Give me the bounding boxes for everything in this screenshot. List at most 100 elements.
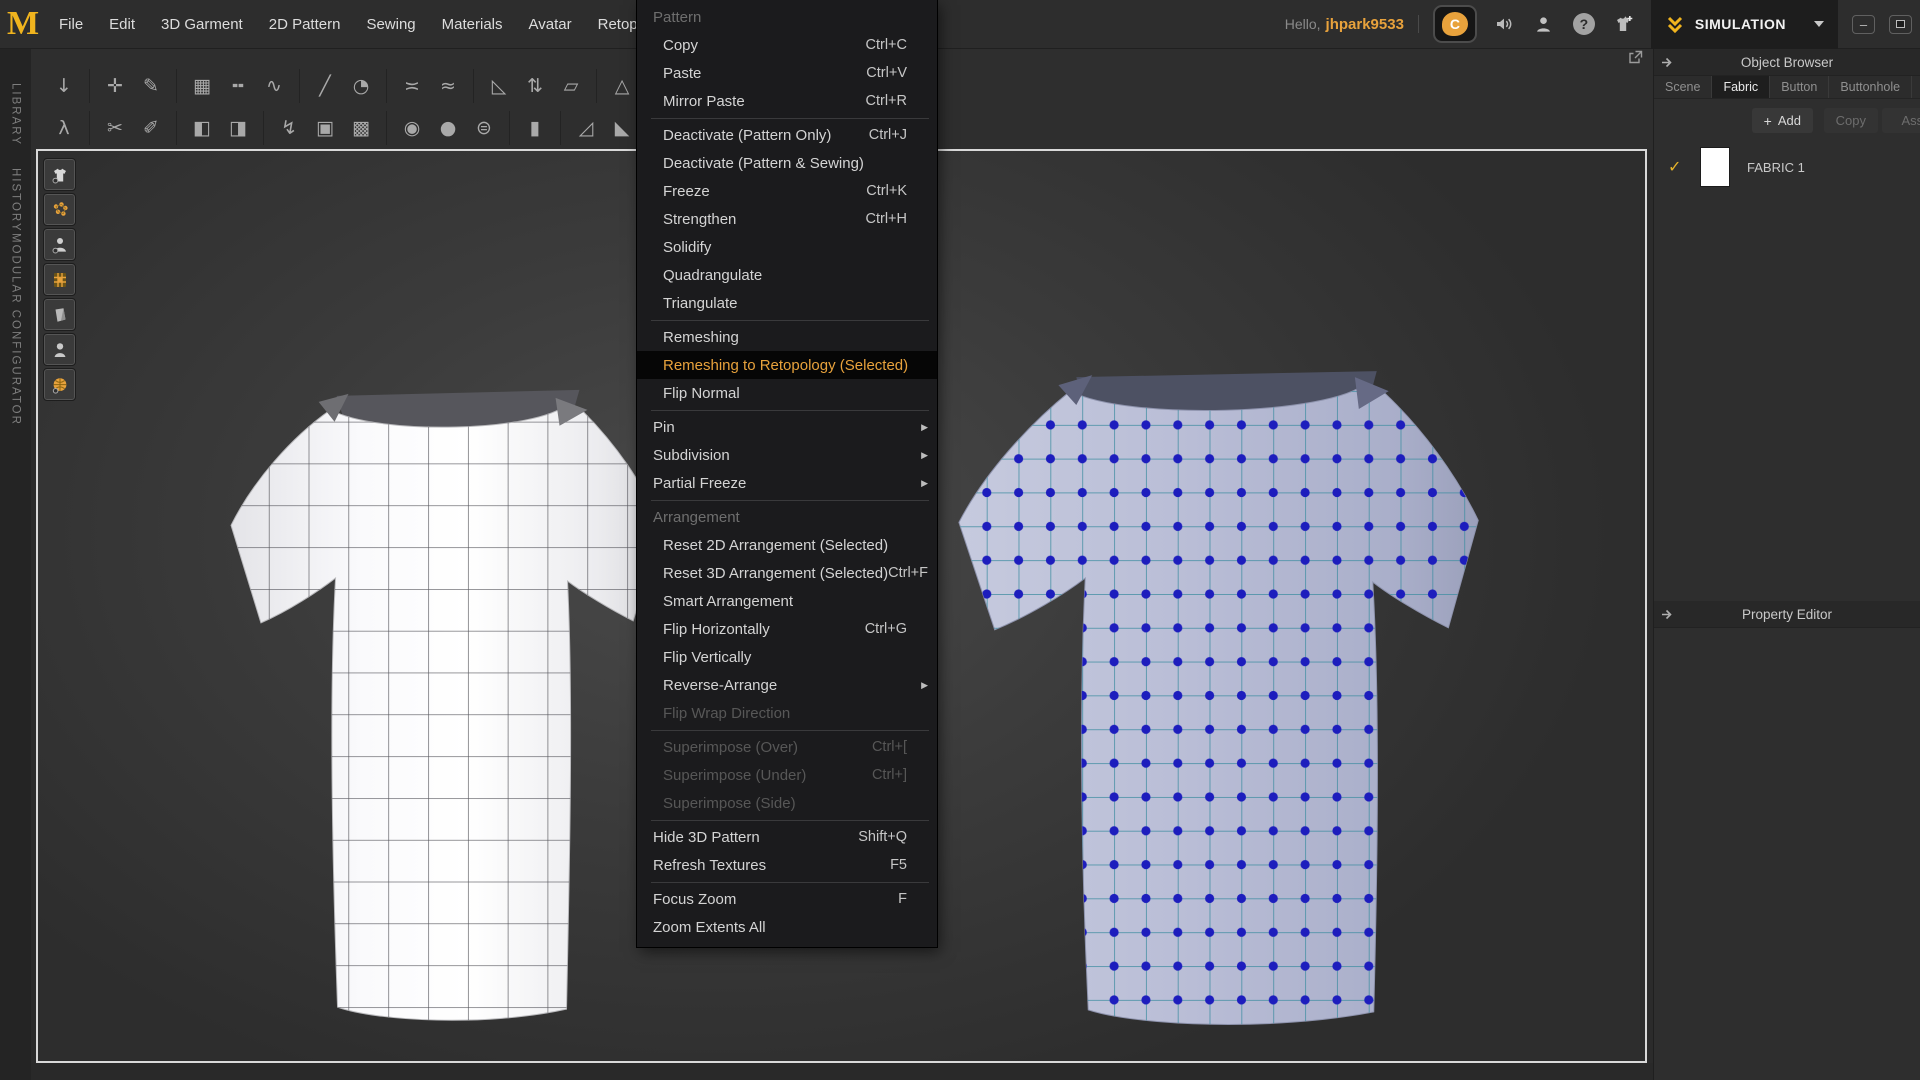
show-pins-toggle[interactable] [44, 194, 75, 225]
button-outline-tool-icon[interactable]: ◉ [394, 111, 430, 145]
menu-item-deactivate-pattern-only[interactable]: Deactivate (Pattern Only) Ctrl+J ▶ [637, 121, 937, 149]
tab-fabric[interactable]: Fabric [1712, 76, 1770, 98]
menu-item-superimpose-over[interactable]: Superimpose (Over) Ctrl+[ ▶ [637, 733, 937, 761]
button-solid-tool-icon[interactable]: ● [430, 111, 466, 145]
tape-cut-tool-icon[interactable]: ✂ [97, 111, 133, 145]
restore-button[interactable] [1889, 15, 1912, 34]
show-avatar-skin-toggle[interactable] [44, 334, 75, 365]
arrange-solid-tool-icon[interactable]: ▱ [553, 69, 589, 103]
fabric-list-item[interactable]: ✓ FABRIC 1 [1654, 142, 1920, 192]
texture-checker-tool-icon[interactable]: ▣ [307, 111, 343, 145]
menu-item-reverse-arrange[interactable]: Reverse-Arrange ▶ [637, 671, 937, 699]
tab-topstitch[interactable]: Topstitch [1912, 76, 1920, 98]
tool-glyph-icon: ◣ [615, 117, 630, 139]
menubar-item[interactable]: Sewing [353, 0, 428, 49]
menu-item-partial-freeze[interactable]: Partial Freeze ▶ [637, 469, 937, 497]
menubar-item[interactable]: 3D Garment [148, 0, 256, 49]
simulation-dropdown[interactable]: SIMULATION [1651, 0, 1838, 49]
popout-panel-button[interactable] [1624, 47, 1646, 67]
menu-item-reset-3d-arrangement[interactable]: Reset 3D Arrangement (Selected) Ctrl+F ▶ [637, 559, 937, 587]
menu-item-copy[interactable]: Copy Ctrl+C ▶ [637, 31, 937, 59]
select-brush-tool-icon[interactable]: ✎ [133, 69, 169, 103]
menu-item-strengthen[interactable]: Strengthen Ctrl+H ▶ [637, 205, 937, 233]
button-lock-tool-icon[interactable]: ⊜ [466, 111, 502, 145]
minimize-button[interactable]: – [1852, 15, 1875, 34]
chevron-down-icon[interactable] [1814, 21, 1824, 27]
add-fabric-button[interactable]: +Add [1752, 108, 1813, 133]
segment-sewing-tool-icon[interactable]: ≍ [394, 69, 430, 103]
pin-tool-icon[interactable]: ╱ [307, 69, 343, 103]
menu-item-flip-vertically[interactable]: Flip Vertically ▶ [637, 643, 937, 671]
tape-pen-tool-icon[interactable]: ✐ [133, 111, 169, 145]
menu-item-remeshing[interactable]: Remeshing ▶ [637, 323, 937, 351]
menubar-item[interactable]: Materials [429, 0, 516, 49]
free-sewing-tool-icon[interactable]: ≈ [430, 69, 466, 103]
flatten-right-tool-icon[interactable]: ◣ [604, 111, 640, 145]
menu-item-quadrangulate[interactable]: Quadrangulate ▶ [637, 261, 937, 289]
menubar-item[interactable]: Edit [96, 0, 148, 49]
tape-select-tool-icon[interactable]: △ [604, 69, 640, 103]
menu-item-flip-normal[interactable]: Flip Normal ▶ [637, 379, 937, 407]
pin-ball-tool-icon[interactable]: ◔ [343, 69, 379, 103]
menu-item-subdivision[interactable]: Subdivision ▶ [637, 441, 937, 469]
menu-item-paste[interactable]: Paste Ctrl+V ▶ [637, 59, 937, 87]
menu-item-smart-arrangement[interactable]: Smart Arrangement ▶ [637, 587, 937, 615]
tab-button[interactable]: Button [1770, 76, 1829, 98]
garment-share-button[interactable] [1611, 11, 1637, 37]
menubar-item[interactable]: File [46, 0, 96, 49]
show-avatar-toggle[interactable] [44, 229, 75, 260]
menu-item-reset-2d-arrangement[interactable]: Reset 2D Arrangement (Selected) ▶ [637, 531, 937, 559]
check-icon[interactable]: ✓ [1668, 157, 1690, 177]
menu-item-refresh-textures[interactable]: Refresh Textures F5 ▶ [637, 851, 937, 879]
tab-buttonhole[interactable]: Buttonhole [1829, 76, 1912, 98]
dock-tab-label[interactable]: MODULAR CONFIGURATOR [10, 233, 22, 426]
clo-set-connect-button[interactable]: C [1433, 5, 1477, 43]
menubar-item[interactable]: 2D Pattern [256, 0, 354, 49]
dock-tab-label[interactable]: HISTORY [10, 168, 22, 233]
help-button[interactable]: ? [1571, 11, 1597, 37]
show-environment-toggle[interactable] [44, 369, 75, 400]
avatar-walk-tool-icon[interactable]: λ [46, 111, 82, 145]
select-move-tool-icon[interactable]: ✛ [97, 69, 133, 103]
menu-item-triangulate[interactable]: Triangulate ▶ [637, 289, 937, 317]
stitch-tool-icon[interactable]: ↯ [271, 111, 307, 145]
menu-item-zoom-extents-all[interactable]: Zoom Extents All ▶ [637, 913, 937, 941]
toolbar-group: ▮ [509, 111, 560, 145]
copy-fabric-button[interactable]: Copy [1824, 108, 1878, 133]
dart-right-tool-icon[interactable]: ◨ [220, 111, 256, 145]
assign-fabric-button[interactable]: Assign [1882, 108, 1920, 133]
arrange-garment-tool-icon[interactable]: ⇅ [517, 69, 553, 103]
fabric-swatch[interactable] [1700, 147, 1730, 187]
show-3d-garment-toggle[interactable] [44, 159, 75, 190]
flatten-left-tool-icon[interactable]: ◿ [568, 111, 604, 145]
fold-arrangement-tool-icon[interactable]: ◺ [481, 69, 517, 103]
zipper-tool-icon[interactable]: ▮ [517, 111, 553, 145]
username-link[interactable]: jhpark9533 [1326, 16, 1404, 33]
dart-left-tool-icon[interactable]: ◧ [184, 111, 220, 145]
menu-item-flip-horizontally[interactable]: Flip Horizontally Ctrl+G ▶ [637, 615, 937, 643]
menu-item-solidify[interactable]: Solidify ▶ [637, 233, 937, 261]
sound-button[interactable] [1491, 11, 1517, 37]
menu-item-superimpose-under[interactable]: Superimpose (Under) Ctrl+] ▶ [637, 761, 937, 789]
menubar-item[interactable]: Avatar [516, 0, 585, 49]
simulate-tool-icon[interactable]: ↓ [46, 69, 82, 103]
texture-dense-tool-icon[interactable]: ▩ [343, 111, 379, 145]
menu-section-pattern: Pattern ▶ [637, 3, 937, 31]
dock-tab-label[interactable]: LIBRARY [10, 83, 22, 146]
menu-item-flip-wrap-direction[interactable]: Flip Wrap Direction ▶ [637, 699, 937, 727]
menu-item-pin[interactable]: Pin ▶ [637, 413, 937, 441]
menu-item-freeze[interactable]: Freeze Ctrl+K ▶ [637, 177, 937, 205]
menu-item-remeshing-to-retopology[interactable]: Remeshing to Retopology (Selected) ▶ [637, 351, 937, 379]
menu-item-deactivate-pattern-sewing[interactable]: Deactivate (Pattern & Sewing) ▶ [637, 149, 937, 177]
show-3d-pattern-toggle[interactable] [44, 299, 75, 330]
menu-item-superimpose-side[interactable]: Superimpose (Side) ▶ [637, 789, 937, 817]
menu-item-focus-zoom[interactable]: Focus Zoom F ▶ [637, 885, 937, 913]
show-retopology-mesh-toggle[interactable] [44, 264, 75, 295]
tab-scene[interactable]: Scene [1654, 76, 1712, 98]
menu-item-mirror-paste[interactable]: Mirror Paste Ctrl+R ▶ [637, 87, 937, 115]
edit-curve-tool-icon[interactable]: ∿ [256, 69, 292, 103]
menu-item-hide-3d-pattern[interactable]: Hide 3D Pattern Shift+Q ▶ [637, 823, 937, 851]
account-button[interactable] [1531, 11, 1557, 37]
edit-seam-tool-icon[interactable]: ╍ [220, 69, 256, 103]
sewing-machine-tool-icon[interactable]: ▦ [184, 69, 220, 103]
